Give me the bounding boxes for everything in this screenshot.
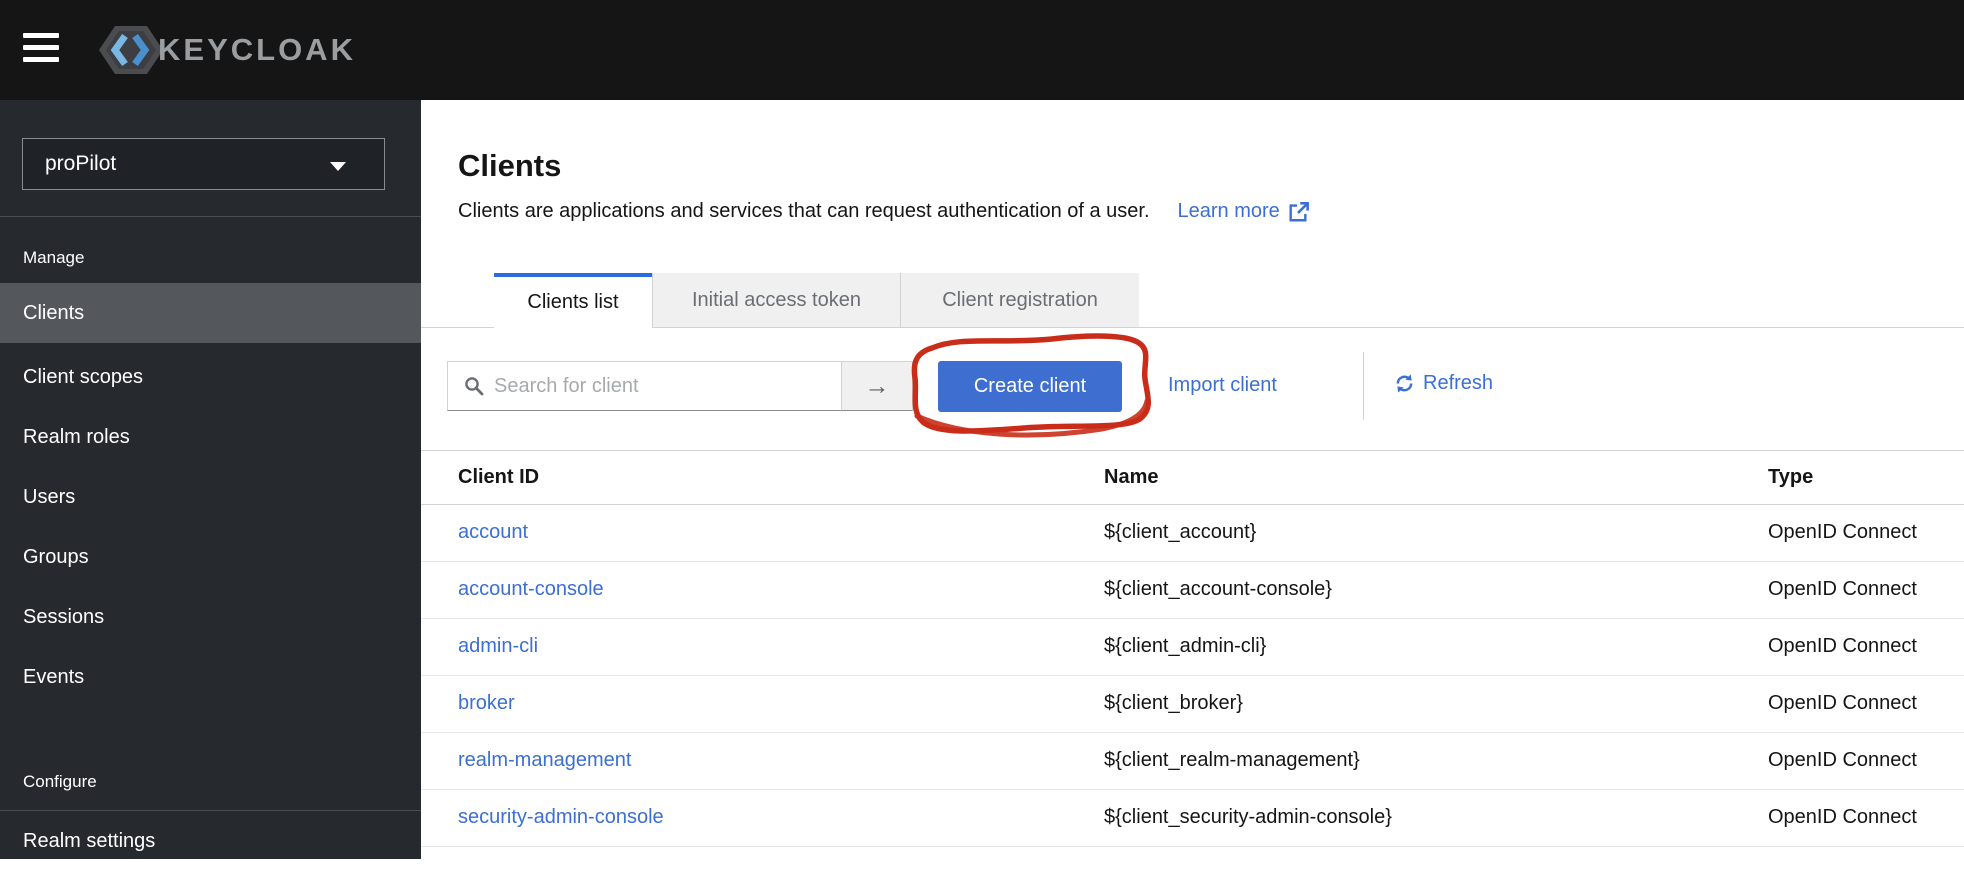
hamburger-menu-icon[interactable] (23, 33, 59, 63)
client-type: OpenID Connect (1768, 806, 1917, 828)
column-header-name: Name (1104, 466, 1159, 488)
sidebar-item-events[interactable]: Events (0, 647, 421, 707)
client-id-link[interactable]: account-console (458, 578, 604, 601)
client-type: OpenID Connect (1768, 521, 1917, 543)
toolbar-divider (1363, 352, 1364, 420)
client-name: ${client_account} (1104, 521, 1257, 543)
nav-section-configure: Configure (23, 772, 97, 791)
external-link-icon (1289, 201, 1309, 221)
column-header-type: Type (1768, 466, 1814, 488)
masthead: KEYCLOAK (0, 0, 1964, 100)
client-id-link[interactable]: broker (458, 692, 515, 715)
sidebar-item-sessions[interactable]: Sessions (0, 587, 421, 647)
chevron-down-icon (330, 162, 346, 171)
sidebar-item-realm-roles[interactable]: Realm roles (0, 407, 421, 467)
search-submit-button[interactable]: → (842, 361, 913, 411)
create-client-button[interactable]: Create client (938, 361, 1122, 412)
sidebar-item-clients[interactable]: Clients (0, 283, 421, 343)
tab-clients-list[interactable]: Clients list (494, 273, 652, 328)
sidebar-item-groups[interactable]: Groups (0, 527, 421, 587)
sidebar-item-label: Realm roles (23, 425, 130, 448)
sidebar-item-label: Clients (23, 301, 85, 324)
realm-selector-value: proPilot (45, 152, 117, 175)
client-name: ${client_security-admin-console} (1104, 806, 1392, 828)
refresh-icon (1396, 374, 1413, 393)
sidebar-item-label: Users (23, 485, 76, 508)
sidebar-item-users[interactable]: Users (0, 467, 421, 527)
keycloak-logo: KEYCLOAK (98, 22, 356, 78)
client-type: OpenID Connect (1768, 578, 1917, 600)
tab-label: Clients list (527, 291, 619, 313)
nav-section-manage: Manage (23, 248, 85, 267)
realm-selector[interactable]: proPilot (22, 138, 385, 190)
table-row: security-admin-console ${client_security… (421, 790, 1964, 847)
sidebar-item-realm-settings[interactable]: Realm settings (0, 811, 421, 871)
sidebar-item-client-scopes[interactable]: Client scopes (0, 347, 421, 407)
client-id-link[interactable]: admin-cli (458, 635, 538, 658)
keycloak-hexagon-icon (99, 26, 163, 74)
client-name: ${client_admin-cli} (1104, 635, 1267, 657)
table-row: account-console ${client_account-console… (421, 562, 1964, 619)
client-name: ${client_account-console} (1104, 578, 1332, 600)
client-type: OpenID Connect (1768, 749, 1917, 771)
table-row: realm-management ${client_realm-manageme… (421, 733, 1964, 790)
client-type: OpenID Connect (1768, 692, 1917, 714)
sidebar-item-label: Events (23, 665, 85, 688)
search-icon (465, 377, 484, 396)
table-row: broker ${client_broker} OpenID Connect (421, 676, 1964, 733)
refresh-link[interactable]: Refresh (1394, 372, 1493, 395)
sidebar-item-label: Realm settings (23, 829, 156, 852)
table-row: account ${client_account} OpenID Connect (421, 505, 1964, 562)
client-name: ${client_broker} (1104, 692, 1243, 714)
learn-more-label: Learn more (1177, 200, 1280, 222)
client-search-box (447, 361, 842, 411)
tab-initial-access-token[interactable]: Initial access token (652, 273, 900, 327)
learn-more-link[interactable]: Learn more (1178, 200, 1309, 223)
search-input[interactable] (494, 374, 841, 398)
sidebar-item-label: Client scopes (23, 365, 144, 388)
client-name: ${client_realm-management} (1104, 749, 1360, 771)
page-title: Clients (458, 148, 562, 183)
sidebar-item-label: Groups (23, 545, 89, 568)
refresh-label: Refresh (1423, 372, 1494, 394)
sidebar: proPilot Manage Clients Client scopes Re… (0, 100, 421, 859)
client-type: OpenID Connect (1768, 635, 1917, 657)
sidebar-item-label: Sessions (23, 605, 105, 628)
import-client-link[interactable]: Import client (1168, 374, 1277, 397)
tab-label: Initial access token (692, 288, 861, 311)
client-id-link[interactable]: account (458, 521, 528, 544)
tab-client-registration[interactable]: Client registration (900, 273, 1139, 327)
page-description: Clients are applications and services th… (458, 200, 1150, 222)
sidebar-divider (0, 216, 421, 217)
tab-label: Client registration (942, 288, 1098, 311)
table-row: admin-cli ${client_admin-cli} OpenID Con… (421, 619, 1964, 676)
main-content: Clients Clients are applications and ser… (421, 100, 1964, 859)
client-id-link[interactable]: security-admin-console (458, 806, 664, 829)
tab-bar: Clients list Initial access token Client… (421, 273, 1964, 328)
table-header-row: Client ID Name Type (421, 451, 1964, 505)
logo-text: KEYCLOAK (158, 32, 356, 67)
column-header-client-id: Client ID (458, 466, 540, 488)
client-id-link[interactable]: realm-management (458, 749, 631, 772)
